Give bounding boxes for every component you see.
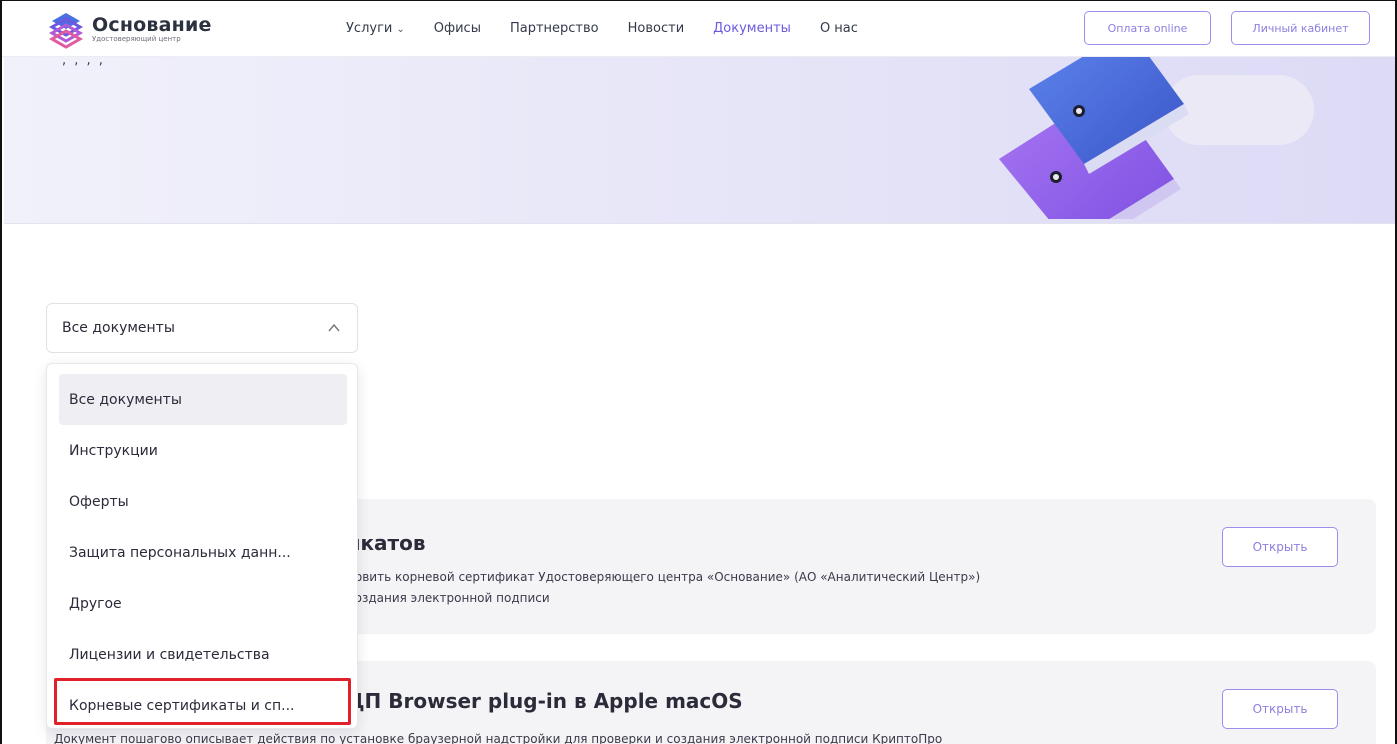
nav-item-about[interactable]: О нас xyxy=(820,21,858,36)
document-description: Документ пошагово описывает действия по … xyxy=(54,732,943,744)
menu-option-instructions[interactable]: Инструкции xyxy=(47,425,357,476)
logo[interactable]: Основание Удостоверяющий центр xyxy=(46,9,212,49)
open-button[interactable]: Открыть xyxy=(1222,527,1338,567)
document-title: ЦП Browser plug-in в Apple macOS xyxy=(346,689,743,713)
document-type-menu: Все документы Инструкции Оферты Защита п… xyxy=(46,363,358,729)
nav-label: Услуги xyxy=(346,21,393,36)
nav-item-offices[interactable]: Офисы xyxy=(434,21,481,36)
menu-option-root-certificates[interactable]: Корневые сертификаты и сп... xyxy=(47,680,357,731)
menu-option-offers[interactable]: Оферты xyxy=(47,476,357,527)
document-description: но установить корневой сертификат Удосто… xyxy=(300,570,981,584)
site-header: Основание Удостоверяющий центр Услуги ⌄ О… xyxy=(2,1,1395,57)
nav-item-partnership[interactable]: Партнерство xyxy=(510,21,599,36)
hero-banner: , , , , xyxy=(4,57,1395,224)
hero-text-cut: , , , , xyxy=(62,57,105,68)
pay-online-button[interactable]: Оплата online xyxy=(1084,11,1211,45)
select-value: Все документы xyxy=(62,320,175,336)
chevron-up-icon xyxy=(328,323,340,332)
logo-icon xyxy=(48,13,84,49)
nav-item-documents[interactable]: Документы xyxy=(713,21,791,36)
page-frame: Основание Удостоверяющий центр Услуги ⌄ О… xyxy=(0,0,1397,744)
nav-item-services[interactable]: Услуги ⌄ xyxy=(346,21,405,36)
folders-illustration xyxy=(999,57,1189,219)
chevron-down-icon: ⌄ xyxy=(396,24,405,35)
document-type-select[interactable]: Все документы xyxy=(46,303,358,353)
logo-subtitle: Удостоверяющий центр xyxy=(92,34,181,43)
personal-cabinet-button[interactable]: Личный кабинет xyxy=(1231,11,1370,45)
menu-option-licenses[interactable]: Лицензии и свидетельства xyxy=(47,629,357,680)
menu-option-other[interactable]: Другое xyxy=(47,578,357,629)
main-nav: Услуги ⌄ Офисы Партнерство Новости Докуме… xyxy=(346,21,887,36)
open-button[interactable]: Открыть xyxy=(1222,689,1338,729)
nav-item-news[interactable]: Новости xyxy=(628,21,685,36)
logo-title: Основание xyxy=(92,13,212,36)
menu-option-all[interactable]: Все документы xyxy=(59,374,347,425)
menu-option-personal-data[interactable]: Защита персональных данн... xyxy=(47,527,357,578)
